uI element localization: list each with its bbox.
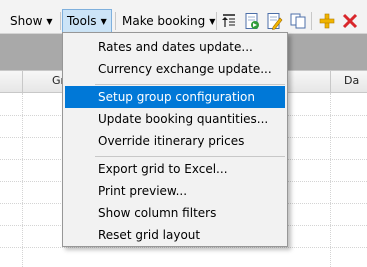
toolbar-divider [311,12,312,30]
delete-icon[interactable] [341,12,359,30]
menu-separator [95,156,285,157]
column-gridline [22,93,23,267]
toolbar-divider [115,12,116,30]
tools-menu-button[interactable]: Tools ▼ [62,9,112,33]
column-header[interactable]: Da [344,74,359,87]
export-icon[interactable] [243,12,261,30]
sort-icon[interactable] [220,12,238,30]
menu-item-override-itinerary-prices[interactable]: Override itinerary prices [65,130,285,152]
menu-separator [95,84,285,85]
grid-row [0,247,367,248]
menu-item-update-booking-quantities[interactable]: Update booking quantities... [65,108,285,130]
menu-item-export-grid-to-excel[interactable]: Export grid to Excel... [65,158,285,180]
show-menu-button[interactable]: Show ▼ [6,9,58,33]
chevron-down-icon: ▼ [46,17,53,26]
tools-label: Tools [67,14,97,28]
show-label: Show [10,14,43,28]
toolbar-divider [216,12,217,30]
add-icon[interactable] [318,12,336,30]
chevron-down-icon: ▼ [100,17,107,26]
column-divider [330,71,331,92]
menu-item-setup-group-configuration[interactable]: Setup group configuration [65,86,285,108]
column-divider [22,71,23,92]
menu-item-show-column-filters[interactable]: Show column filters [65,202,285,224]
menu-item-currency-exchange-update[interactable]: Currency exchange update... [65,58,285,80]
toolbar: Show ▼ Tools ▼ Make booking ▼ [0,0,367,34]
chevron-down-icon: ▼ [209,17,216,26]
column-gridline [330,93,331,267]
make-booking-label: Make booking [122,14,206,28]
toolbar-divider [60,12,61,30]
menu-item-reset-grid-layout[interactable]: Reset grid layout [65,224,285,246]
copy-icon[interactable] [289,12,307,30]
tools-dropdown-menu: Rates and dates update... Currency excha… [62,32,288,247]
edit-icon[interactable] [265,12,283,30]
make-booking-menu-button[interactable]: Make booking ▼ [118,9,216,33]
menu-item-print-preview[interactable]: Print preview... [65,180,285,202]
menu-item-rates-dates-update[interactable]: Rates and dates update... [65,36,285,58]
